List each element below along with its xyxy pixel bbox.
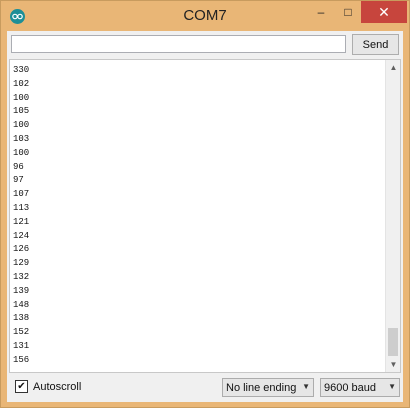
line-ending-select[interactable]: No line ending ▼ [222,378,314,397]
output-line: 126 [13,244,30,255]
output-line: 121 [13,216,30,227]
output-line: 100 [13,92,30,103]
output-line: 330 [13,65,30,75]
minimize-button[interactable]: – [308,1,334,23]
output-line: 105 [13,106,30,117]
output-line: 107 [13,189,30,200]
client-area: Send 330 102 100 105 100 103 100 96 97 107 113 121 1… [7,31,403,402]
serial-output[interactable]: 330 102 100 105 100 103 100 96 97 107 113 121 124 126… [9,59,401,373]
scroll-up-icon[interactable]: ▲ [386,60,400,75]
output-line: 103 [13,133,30,144]
scroll-down-icon[interactable]: ▼ [386,357,400,372]
output-line: 113 [13,202,30,213]
serial-monitor-window: COM7 – □ ✕ Send 330 102 100 105 100 103 100 96 9… [0,0,410,408]
output-line: 148 [13,299,30,310]
output-line: 138 [13,313,30,324]
maximize-icon: □ [344,5,352,19]
scroll-thumb[interactable] [388,328,398,356]
baud-rate-select[interactable]: 9600 baud ▼ [320,378,400,397]
title-bar[interactable]: COM7 – □ ✕ [1,1,409,31]
serial-input-field[interactable] [11,35,346,53]
chevron-down-icon: ▼ [388,382,396,391]
output-line: 97 [13,175,24,186]
autoscroll-label: Autoscroll [33,380,82,393]
output-line: 102 [13,78,30,89]
baud-rate-value: 9600 baud [324,381,376,394]
output-line: 152 [13,327,30,338]
output-line: 132 [13,271,30,282]
output-line: 100 [13,120,30,131]
output-line: 124 [13,230,30,241]
output-line: 100 [13,147,30,158]
output-line: 129 [13,258,30,269]
maximize-button[interactable]: □ [335,1,361,23]
close-button[interactable]: ✕ [361,1,407,23]
autoscroll-checkbox[interactable]: ✔ [15,380,28,393]
line-ending-value: No line ending [226,381,297,394]
autoscroll-toggle[interactable]: ✔ Autoscroll [15,380,81,393]
output-line: 139 [13,285,30,296]
chevron-down-icon: ▼ [302,382,310,391]
output-line: 96 [13,161,24,172]
output-line: 131 [13,340,30,351]
output-line: 156 [13,354,30,365]
minimize-icon: – [317,5,325,19]
bottom-bar: ✔ Autoscroll No line ending ▼ 9600 baud … [7,375,403,402]
output-lines: 330 102 100 105 100 103 100 96 97 107 113 121 124 126… [13,64,29,368]
close-icon: ✕ [378,3,390,20]
send-button[interactable]: Send [352,34,399,55]
vertical-scrollbar[interactable]: ▲ ▼ [385,60,400,372]
checkmark-icon: ✔ [17,381,26,392]
